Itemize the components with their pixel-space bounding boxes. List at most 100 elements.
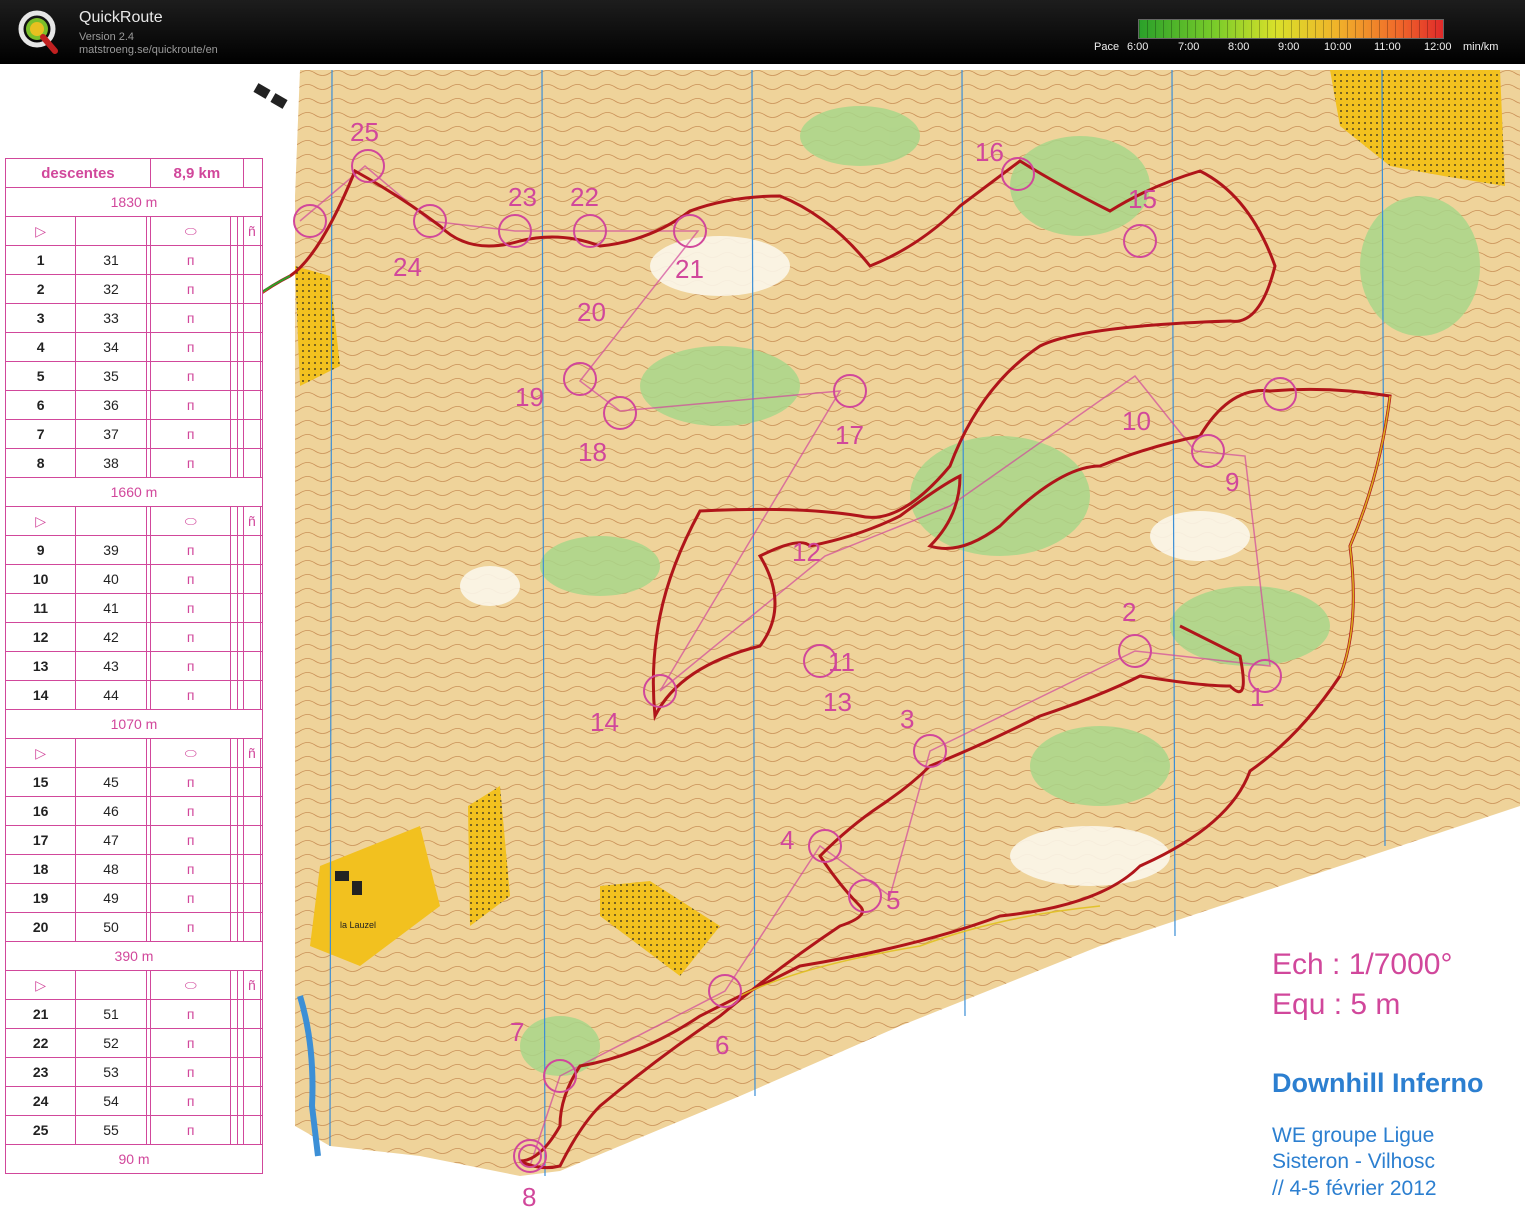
control-label: 3 <box>900 704 914 734</box>
app-version: Version 2.4 <box>79 31 135 43</box>
symbol-cell <box>242 1028 261 1058</box>
control-number: 18 <box>4 854 77 884</box>
symbol-cell <box>242 593 261 623</box>
symbol-cell: ᴨ <box>149 767 232 797</box>
control-code: 37 <box>75 419 147 449</box>
start-symbol-row: ▷ ⬭ ñ <box>4 970 264 1000</box>
control-code: 51 <box>75 999 147 1029</box>
control-row: 21 51 ᴨ <box>4 999 264 1029</box>
symbol-icon: ⬭ <box>149 216 232 246</box>
symbol-cell <box>242 535 261 565</box>
control-label: 16 <box>975 137 1004 167</box>
symbol-cell <box>259 332 264 362</box>
symbol-icon <box>75 738 147 768</box>
control-label: 7 <box>510 1017 524 1047</box>
control-label: 1 <box>1250 682 1264 712</box>
control-label: 17 <box>835 420 864 450</box>
symbol-cell <box>259 593 264 623</box>
symbol-cell: ᴨ <box>149 912 232 942</box>
symbol-cell: ᴨ <box>149 651 232 681</box>
symbol-cell: ᴨ <box>149 564 232 594</box>
control-number: 7 <box>4 419 77 449</box>
symbol-icon: ▷ <box>4 216 77 246</box>
symbol-cell: ᴨ <box>149 419 232 449</box>
symbol-cell <box>242 419 261 449</box>
symbol-icon <box>259 738 264 768</box>
control-code: 41 <box>75 593 147 623</box>
control-row: 10 40 ᴨ <box>4 564 264 594</box>
control-label: 25 <box>350 117 379 147</box>
sheet-header-row: descentes 8,9 km <box>5 158 264 188</box>
control-code: 47 <box>75 825 147 855</box>
symbol-cell <box>242 361 261 391</box>
control-number: 5 <box>4 361 77 391</box>
control-code: 54 <box>75 1086 147 1116</box>
leg-distance-row: 390 m <box>5 941 263 971</box>
control-number: 3 <box>4 303 77 333</box>
symbol-cell <box>259 999 264 1029</box>
symbol-cell <box>242 1057 261 1087</box>
control-code: 35 <box>75 361 147 391</box>
control-code: 39 <box>75 535 147 565</box>
symbol-cell <box>242 245 261 275</box>
course-length: 8,9 km <box>149 158 244 188</box>
app-url-link[interactable]: matstroeng.se/quickroute/en <box>79 44 218 56</box>
control-label: 2 <box>1122 597 1136 627</box>
control-label: 23 <box>508 182 537 212</box>
symbol-cell <box>242 274 261 304</box>
control-code: 53 <box>75 1057 147 1087</box>
control-code: 55 <box>75 1115 147 1145</box>
control-number: 10 <box>4 564 77 594</box>
symbol-cell <box>242 912 261 942</box>
control-code: 33 <box>75 303 147 333</box>
control-code: 49 <box>75 883 147 913</box>
course-name: descentes <box>5 158 151 188</box>
symbol-cell <box>242 332 261 362</box>
control-code: 46 <box>75 796 147 826</box>
control-row: 7 37 ᴨ <box>4 419 264 449</box>
symbol-icon <box>75 216 147 246</box>
control-label: 18 <box>578 437 607 467</box>
symbol-cell: ᴨ <box>149 999 232 1029</box>
pace-unit: min/km <box>1463 41 1499 53</box>
map-scale: Ech : 1/7000° <box>1272 948 1453 981</box>
control-row: 19 49 ᴨ <box>4 883 264 913</box>
control-number: 14 <box>4 680 77 710</box>
control-label: 20 <box>577 297 606 327</box>
control-row: 24 54 ᴨ <box>4 1086 264 1116</box>
control-row: 9 39 ᴨ <box>4 535 264 565</box>
control-row: 20 50 ᴨ <box>4 912 264 942</box>
control-row: 17 47 ᴨ <box>4 825 264 855</box>
symbol-cell <box>259 651 264 681</box>
symbol-cell <box>242 622 261 652</box>
symbol-cell <box>242 303 261 333</box>
control-number: 9 <box>4 535 77 565</box>
control-row: 14 44 ᴨ <box>4 680 264 710</box>
control-number: 6 <box>4 390 77 420</box>
pace-value: 11:00 <box>1374 41 1401 53</box>
control-row: 3 33 ᴨ <box>4 303 264 333</box>
symbol-cell <box>259 390 264 420</box>
symbol-cell <box>259 361 264 391</box>
control-row: 8 38 ᴨ <box>4 448 264 478</box>
control-description-sheet: descentes 8,9 km 1830 m ▷ ⬭ ñ 1 31 ᴨ 2 32 ᴨ 3 33 ᴨ 4 34 ᴨ… <box>4 158 264 1174</box>
symbol-cell <box>259 303 264 333</box>
symbol-cell <box>259 796 264 826</box>
control-number: 24 <box>4 1086 77 1116</box>
pace-value: 7:00 <box>1178 41 1200 53</box>
app-header: QuickRoute Version 2.4 matstroeng.se/qui… <box>0 0 1525 64</box>
control-row: 13 43 ᴨ <box>4 651 264 681</box>
symbol-cell: ᴨ <box>149 622 232 652</box>
control-row: 25 55 ᴨ <box>4 1115 264 1145</box>
event-title: Downhill Inferno <box>1272 1068 1484 1098</box>
symbol-cell: ᴨ <box>149 1028 232 1058</box>
pace-value: 9:00 <box>1278 41 1300 53</box>
symbol-icon: ñ <box>242 970 261 1000</box>
symbol-cell: ᴨ <box>149 593 232 623</box>
symbol-cell <box>259 883 264 913</box>
leg-distance-row: 1070 m <box>5 709 263 739</box>
symbol-cell <box>259 245 264 275</box>
control-label: 22 <box>570 182 599 212</box>
control-number: 1 <box>4 245 77 275</box>
symbol-cell: ᴨ <box>149 274 232 304</box>
